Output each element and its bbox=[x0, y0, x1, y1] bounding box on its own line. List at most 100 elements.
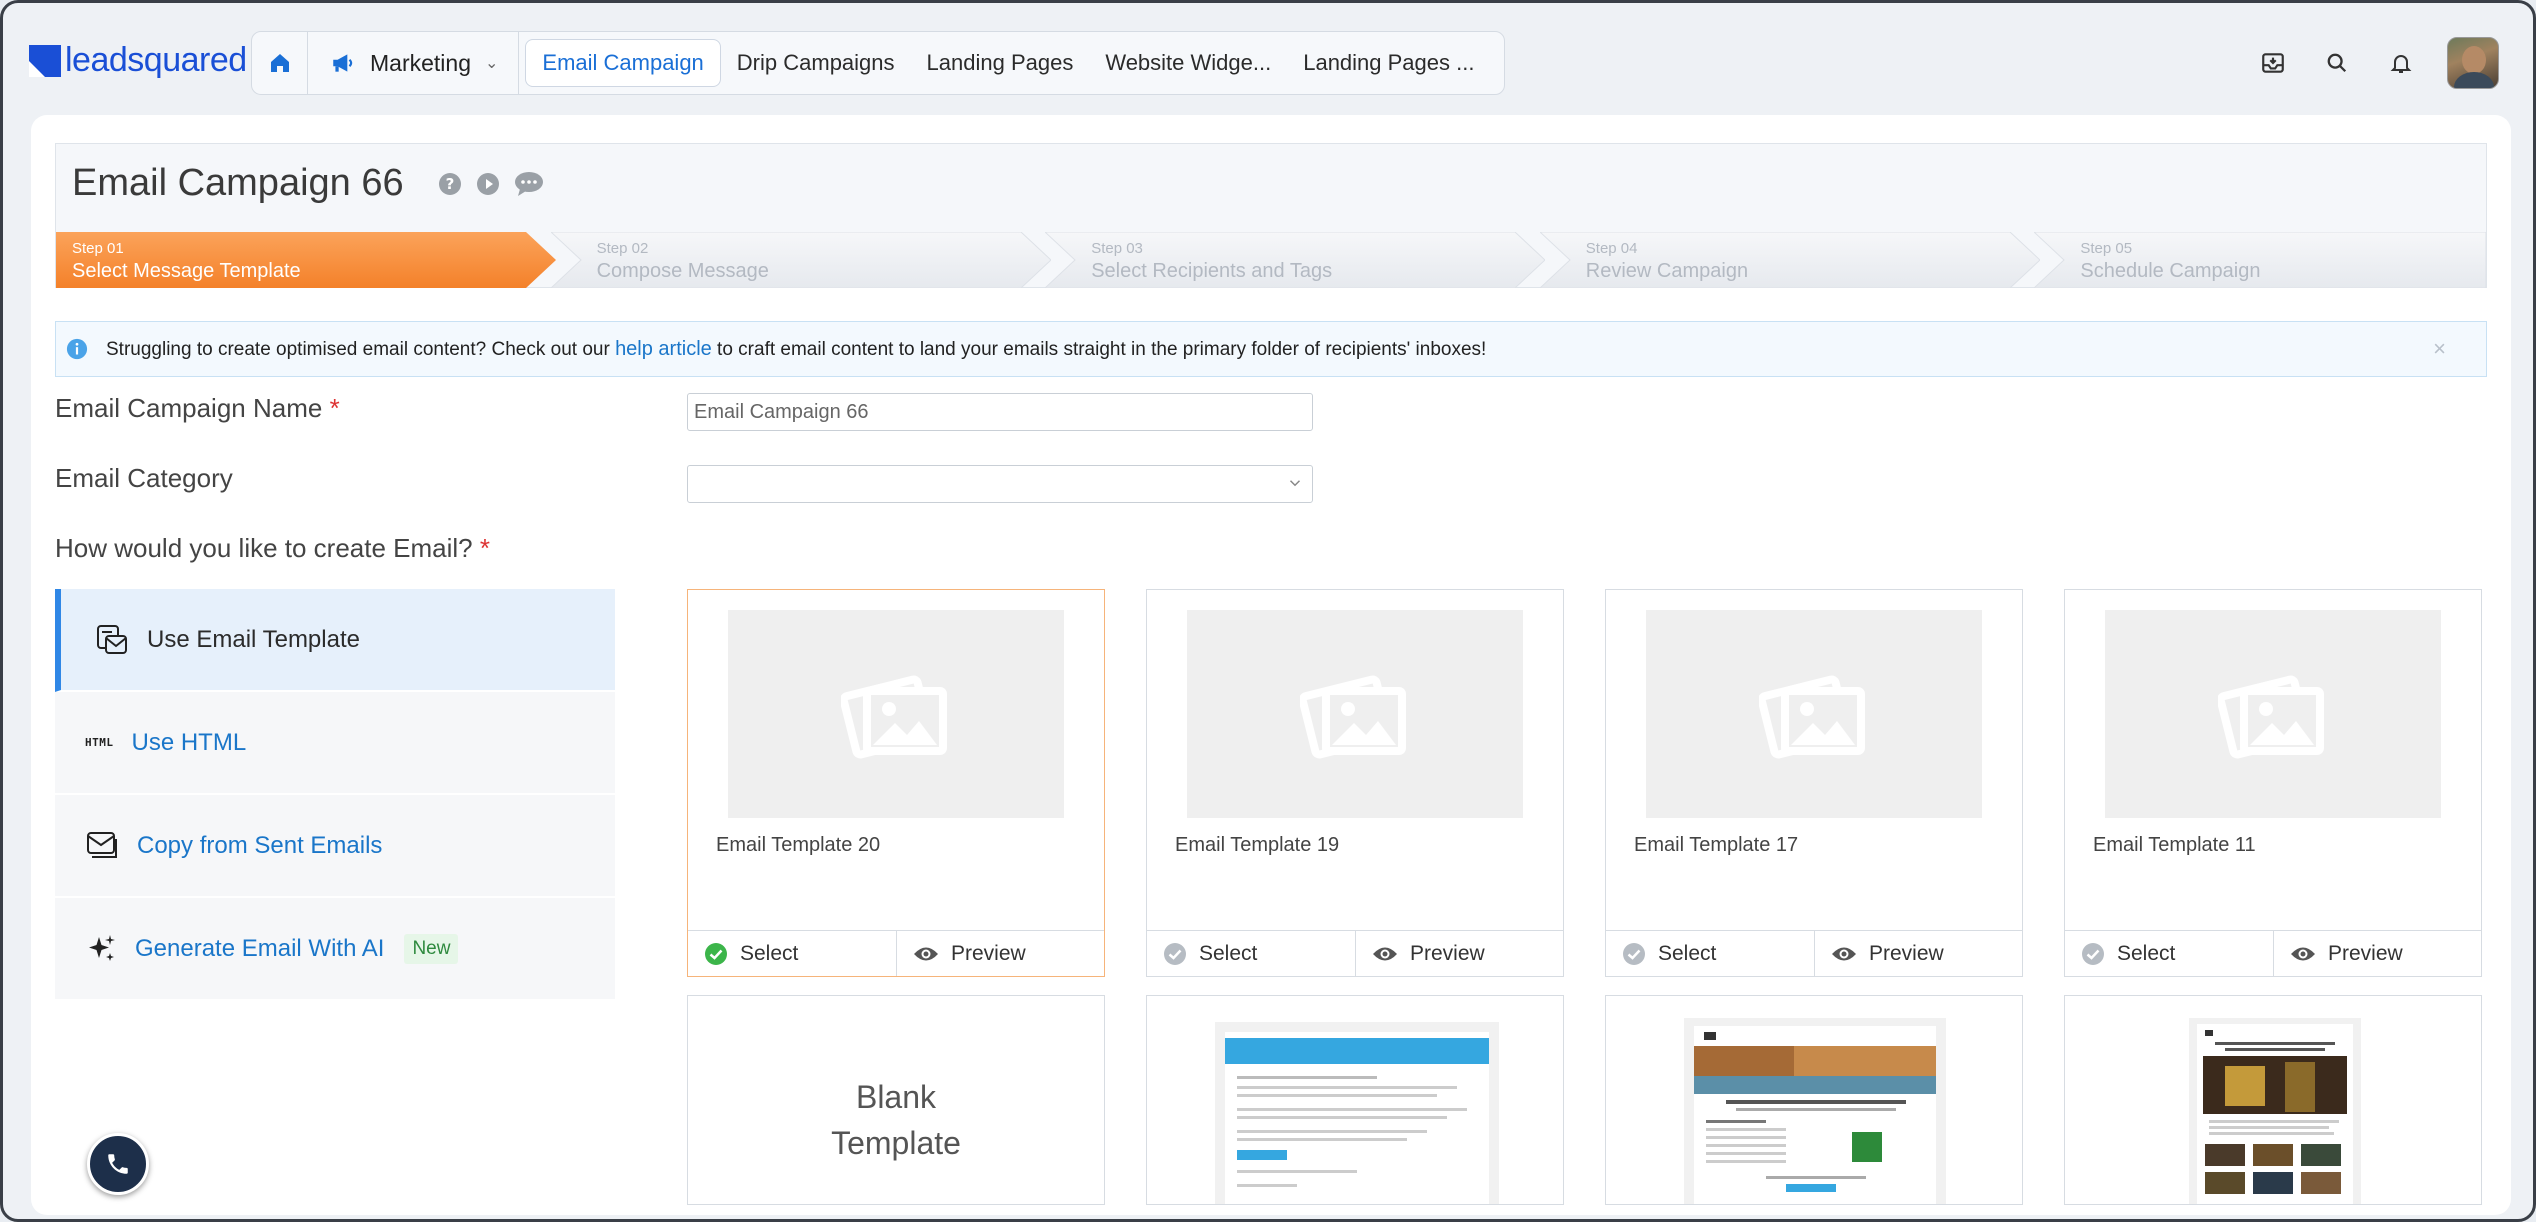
sparkles-icon bbox=[89, 934, 115, 961]
campaign-header: Email Campaign 66 ? Step 01 Select Messa… bbox=[55, 143, 2487, 288]
top-actions bbox=[2241, 37, 2499, 89]
eye-icon bbox=[1373, 947, 1397, 960]
eye-icon bbox=[914, 947, 938, 960]
info-text-before: Struggling to create optimised email con… bbox=[106, 338, 616, 360]
title-row: Email Campaign 66 ? bbox=[72, 162, 544, 205]
tab-drip-campaigns[interactable]: Drip Campaigns bbox=[721, 39, 911, 87]
module-label: Marketing bbox=[370, 49, 471, 76]
tab-website-widgets[interactable]: Website Widge... bbox=[1089, 39, 1287, 87]
envelope-stack-icon bbox=[87, 831, 117, 858]
tab-landing-pages-2[interactable]: Landing Pages ... bbox=[1287, 39, 1490, 87]
tab-landing-pages[interactable]: Landing Pages bbox=[911, 39, 1090, 87]
blank-template-card[interactable]: Blank Template bbox=[687, 995, 1105, 1205]
check-circle-icon bbox=[1164, 942, 1186, 965]
step-2[interactable]: Step 02 Compose Message bbox=[550, 232, 1051, 288]
step-name: Review Campaign bbox=[1585, 260, 1749, 282]
option-use-html[interactable]: HTML Use HTML bbox=[55, 692, 615, 795]
user-avatar[interactable] bbox=[2447, 37, 2499, 89]
preview-label: Preview bbox=[951, 941, 1026, 965]
template-name: Email Template 20 bbox=[716, 834, 881, 856]
step-5[interactable]: Step 05 Schedule Campaign bbox=[2034, 232, 2487, 288]
select-label: Select bbox=[1199, 941, 1258, 965]
template-card[interactable]: Email Template 17 Select Preview bbox=[1605, 589, 2023, 977]
bell-icon bbox=[2390, 55, 2412, 73]
template-card-preview[interactable] bbox=[1605, 995, 2023, 1205]
template-name: Email Template 17 bbox=[1634, 834, 1799, 856]
module-switcher[interactable]: Marketing ⌄ bbox=[308, 32, 520, 94]
template-card[interactable]: Email Template 20 Select Preview bbox=[687, 589, 1105, 977]
template-thumbnail bbox=[1187, 610, 1523, 818]
eye-icon bbox=[2291, 947, 2315, 960]
image-placeholder-icon bbox=[841, 675, 947, 759]
help-article-link[interactable]: help article bbox=[615, 338, 712, 360]
notifications-button[interactable] bbox=[2369, 37, 2433, 89]
select-button[interactable]: Select bbox=[688, 931, 896, 976]
page-title: Email Campaign 66 bbox=[72, 162, 404, 204]
info-banner: Struggling to create optimised email con… bbox=[55, 321, 2487, 377]
template-thumbnail bbox=[2105, 610, 2441, 818]
title-icons: ? bbox=[424, 171, 544, 197]
template-name: Email Template 19 bbox=[1175, 834, 1340, 856]
wizard-steps: Step 01 Select Message Template Step 02 … bbox=[56, 232, 2487, 288]
phone-icon bbox=[108, 1154, 128, 1174]
step-number: Step 02 bbox=[596, 240, 649, 257]
select-button[interactable]: Select bbox=[1147, 931, 1355, 976]
close-banner-button[interactable]: × bbox=[2433, 336, 2446, 362]
template-actions: Select Preview bbox=[1606, 930, 2022, 976]
new-badge: New bbox=[404, 933, 459, 964]
inbox-button[interactable] bbox=[2241, 37, 2305, 89]
select-label: Select bbox=[2117, 941, 2176, 965]
chat-button[interactable] bbox=[514, 171, 544, 197]
logo-text: leadsquared bbox=[65, 41, 247, 79]
play-video-button[interactable] bbox=[476, 172, 500, 196]
option-label: Use HTML bbox=[131, 728, 247, 756]
preview-button[interactable]: Preview bbox=[1814, 931, 2022, 976]
step-4[interactable]: Step 04 Review Campaign bbox=[1539, 232, 2040, 288]
required-mark: * bbox=[479, 533, 490, 563]
template-card-preview[interactable] bbox=[1146, 995, 1564, 1205]
template-thumbnail bbox=[728, 610, 1064, 818]
required-mark: * bbox=[329, 393, 340, 423]
template-card[interactable]: Email Template 11 Select Preview bbox=[2064, 589, 2482, 977]
phone-call-button[interactable] bbox=[87, 1133, 149, 1195]
template-thumbnail bbox=[1646, 610, 1982, 818]
preview-button[interactable]: Preview bbox=[896, 931, 1104, 976]
select-button[interactable]: Select bbox=[1606, 931, 1814, 976]
preview-label: Preview bbox=[2328, 941, 2403, 965]
html-icon: HTML bbox=[85, 736, 114, 749]
option-copy-from-sent[interactable]: Copy from Sent Emails bbox=[55, 795, 615, 898]
leadsquared-logo[interactable]: leadsquared bbox=[29, 41, 247, 80]
template-actions: Select Preview bbox=[2065, 930, 2481, 976]
help-button[interactable]: ? bbox=[438, 172, 462, 196]
template-actions: Select Preview bbox=[1147, 930, 1563, 976]
category-label: Email Category bbox=[55, 463, 233, 493]
play-icon bbox=[476, 172, 499, 195]
option-label: Copy from Sent Emails bbox=[137, 831, 383, 859]
select-label: Select bbox=[1658, 941, 1717, 965]
home-button[interactable] bbox=[252, 32, 308, 94]
option-use-email-template[interactable]: Use Email Template bbox=[55, 589, 615, 692]
logo-mark-icon bbox=[29, 44, 61, 77]
image-placeholder-icon bbox=[2218, 675, 2324, 759]
option-generate-ai[interactable]: Generate Email With AI New bbox=[55, 898, 615, 1001]
top-bar: leadsquared Marketing ⌄ Email Campaign D… bbox=[3, 3, 2533, 115]
preview-button[interactable]: Preview bbox=[2273, 931, 2481, 976]
tab-email-campaign[interactable]: Email Campaign bbox=[525, 39, 721, 87]
step-1[interactable]: Step 01 Select Message Template bbox=[56, 232, 556, 288]
blank-template-title: Blank Template bbox=[688, 1074, 1104, 1166]
option-label: Generate Email With AI bbox=[135, 934, 385, 962]
preview-label: Preview bbox=[1410, 941, 1485, 965]
preview-button[interactable]: Preview bbox=[1355, 931, 1563, 976]
blank-line-2: Template bbox=[831, 1125, 961, 1161]
check-circle-icon bbox=[705, 942, 727, 965]
step-name: Select Message Template bbox=[72, 260, 301, 282]
category-select[interactable] bbox=[687, 465, 1313, 503]
check-circle-icon bbox=[1623, 942, 1645, 965]
search-button[interactable] bbox=[2305, 37, 2369, 89]
campaign-name-label: Email Campaign Name * bbox=[55, 393, 340, 424]
template-card[interactable]: Email Template 19 Select Preview bbox=[1146, 589, 1564, 977]
select-button[interactable]: Select bbox=[2065, 931, 2273, 976]
template-card-preview[interactable] bbox=[2064, 995, 2482, 1205]
campaign-name-input[interactable]: Email Campaign 66 bbox=[687, 393, 1313, 431]
step-3[interactable]: Step 03 Select Recipients and Tags bbox=[1045, 232, 1546, 288]
